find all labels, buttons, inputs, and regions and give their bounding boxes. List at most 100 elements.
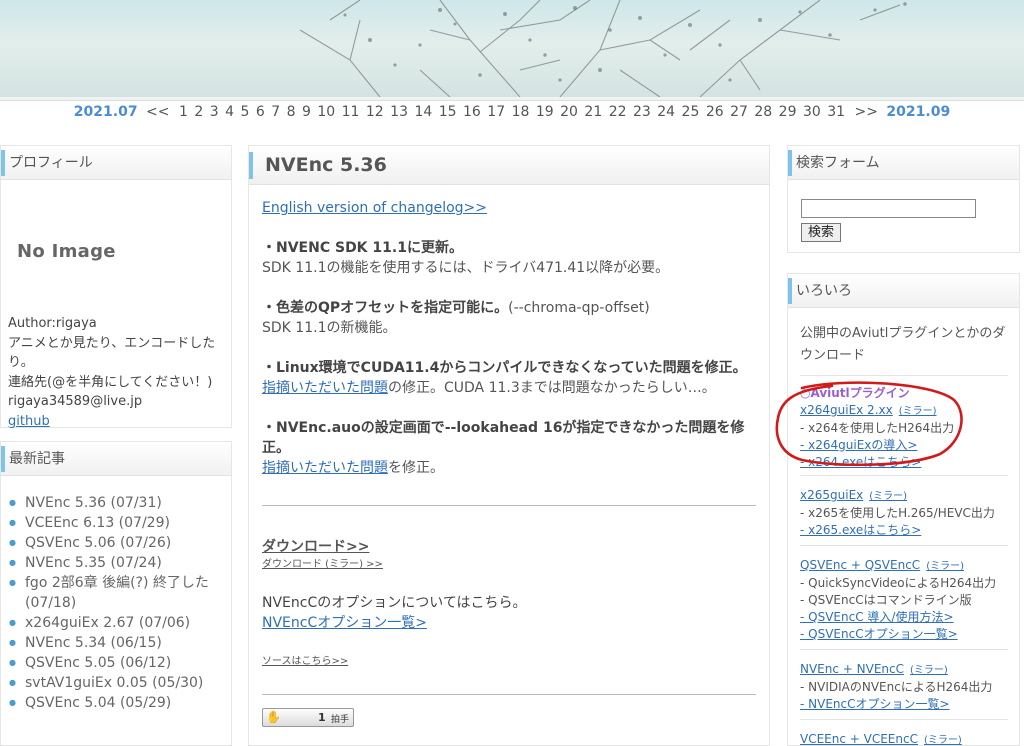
calendar-day-link[interactable]: 26 bbox=[706, 104, 724, 120]
calendar-day-link[interactable]: 21 bbox=[584, 104, 602, 120]
source-link[interactable]: ソースはこちら>> bbox=[262, 652, 348, 667]
clap-count: 1 bbox=[318, 711, 326, 724]
changelog-item-4-text: を修正。 bbox=[388, 460, 444, 476]
calendar-day-link[interactable]: 13 bbox=[390, 104, 408, 120]
calendar-day-link[interactable]: 19 bbox=[536, 104, 554, 120]
calendar-day-link[interactable]: 24 bbox=[657, 104, 675, 120]
divider bbox=[262, 694, 756, 695]
divider bbox=[800, 719, 1008, 720]
mirror-link[interactable]: (ミラー) bbox=[910, 665, 948, 676]
recent-post-item[interactable]: VCEEnc 6.13 (07/29) bbox=[9, 513, 224, 533]
divider bbox=[800, 649, 1008, 650]
calendar-day-link[interactable]: 14 bbox=[414, 104, 432, 120]
changelog-item-1-text: SDK 11.1の機能を使用するには、ドライバ471.41以降が必要。 bbox=[262, 260, 670, 276]
profile-text: Author:rigaya アニメとか見たり、エンコードしたり。 連絡先(@を半… bbox=[8, 314, 231, 431]
calendar-day-link[interactable]: 28 bbox=[754, 104, 772, 120]
changelog-item-2-text: SDK 11.1の新機能。 bbox=[262, 320, 397, 336]
divider bbox=[262, 505, 756, 506]
changelog-item-4: ・NVEnc.auoの設定画面で--lookahead 16が指定できなかった問… bbox=[262, 420, 745, 456]
next-arrow: >> bbox=[854, 104, 878, 120]
options-list-link[interactable]: NVEncCオプション一覧> bbox=[262, 615, 427, 631]
calendar-day-link[interactable]: 18 bbox=[512, 104, 530, 120]
calendar-day-link[interactable]: 20 bbox=[560, 104, 578, 120]
calendar-day-link[interactable]: 2 bbox=[194, 104, 203, 120]
calendar-day-link[interactable]: 4 bbox=[225, 104, 234, 120]
nvencc-options-link[interactable]: - NVEncCオプション一覧> bbox=[800, 697, 950, 711]
post-body: English version of changelog>> ・NVENC SD… bbox=[262, 198, 762, 478]
downloads-intro: 公開中のAviutlプラグインとかのダウンロード bbox=[800, 326, 1006, 363]
recent-post-item[interactable]: QSVEnc 5.05 (06/12) bbox=[9, 653, 224, 673]
calendar-day-link[interactable]: 8 bbox=[287, 104, 296, 120]
issue-link[interactable]: 指摘いただいた問題 bbox=[262, 380, 388, 396]
recent-post-item[interactable]: NVEnc 5.35 (07/24) bbox=[9, 553, 224, 573]
recent-post-item[interactable]: svtAV1guiEx 0.05 (05/30) bbox=[9, 673, 224, 693]
header-banner bbox=[0, 0, 1024, 97]
nvenc-link[interactable]: NVEnc + NVEncC bbox=[800, 662, 904, 676]
profile-line: アニメとか見たり、エンコードしたり。 bbox=[8, 335, 216, 371]
search-title: 検索フォーム bbox=[788, 146, 1019, 180]
calendar-day-link[interactable]: 7 bbox=[271, 104, 280, 120]
calendar-day-link[interactable]: 25 bbox=[682, 104, 700, 120]
search-input[interactable] bbox=[801, 199, 976, 218]
changelog-item-1: ・NVENC SDK 11.1に更新。 bbox=[262, 240, 463, 256]
calendar-day-link[interactable]: 30 bbox=[803, 104, 821, 120]
calendar-day-link[interactable]: 1 bbox=[179, 104, 188, 120]
calendar-day-link[interactable]: 11 bbox=[342, 104, 360, 120]
github-link[interactable]: github bbox=[8, 414, 50, 429]
recent-posts-panel: 最新記事 NVEnc 5.36 (07/31)VCEEnc 6.13 (07/2… bbox=[0, 441, 232, 746]
calendar-day-link[interactable]: 6 bbox=[256, 104, 265, 120]
red-annotation-circle bbox=[775, 381, 963, 467]
changelog-item-2: ・色差のQPオフセットを指定可能に。 bbox=[262, 300, 509, 316]
profile-line: 連絡先(@を半角にしてください！) bbox=[8, 374, 213, 390]
x265guiex-link[interactable]: x265guiEx bbox=[800, 488, 863, 502]
prev-month-link[interactable]: 2021.07 bbox=[74, 104, 138, 120]
calendar-day-link[interactable]: 5 bbox=[240, 104, 249, 120]
qsvencc-options-link[interactable]: - QSVEncCオプション一覧> bbox=[800, 627, 958, 641]
calendar-day-link[interactable]: 16 bbox=[463, 104, 481, 120]
calendar-day-link[interactable]: 3 bbox=[210, 104, 219, 120]
banner-tree-image bbox=[299, 0, 907, 97]
x265-exe-link[interactable]: - x265.exeはこちら> bbox=[800, 523, 921, 537]
profile-panel: プロフィール No Image Author:rigaya アニメとか見たり、エ… bbox=[0, 145, 232, 431]
calendar-day-link[interactable]: 10 bbox=[317, 104, 335, 120]
downloads-title: いろいろ bbox=[788, 274, 1019, 308]
recent-post-item[interactable]: fgo 2部6章 後編(?) 終了した (07/18) bbox=[9, 573, 224, 613]
issue-link[interactable]: 指摘いただいた問題 bbox=[262, 460, 388, 476]
recent-post-item[interactable]: NVEnc 5.36 (07/31) bbox=[9, 493, 224, 513]
qsv-desc-1: - QuickSyncVideoによるH264出力 bbox=[800, 576, 997, 590]
calendar-day-link[interactable]: 22 bbox=[609, 104, 627, 120]
recent-post-item[interactable]: NVEnc 5.34 (06/15) bbox=[9, 633, 224, 653]
clap-button[interactable]: ✋ 1 拍手 bbox=[262, 708, 354, 727]
calendar-day-link[interactable]: 9 bbox=[302, 104, 311, 120]
calendar-day-link[interactable]: 29 bbox=[779, 104, 797, 120]
qsvencc-install-link[interactable]: - QSVEncC 導入/使用方法> bbox=[800, 610, 954, 624]
recent-post-item[interactable]: x264guiEx 2.67 (07/06) bbox=[9, 613, 224, 633]
next-month-link[interactable]: 2021.09 bbox=[886, 104, 950, 120]
mirror-link[interactable]: (ミラー) bbox=[924, 735, 962, 746]
calendar-day-link[interactable]: 17 bbox=[487, 104, 505, 120]
nvenc-group: NVEnc + NVEncC (ミラー) - NVIDIAのNVEncによるH26… bbox=[800, 661, 992, 713]
mirror-link[interactable]: (ミラー) bbox=[869, 491, 907, 502]
qsvenc-link[interactable]: QSVEnc + QSVEncC bbox=[800, 558, 920, 572]
recent-post-item[interactable]: QSVEnc 5.06 (07/26) bbox=[9, 533, 224, 553]
calendar-day-link[interactable]: 23 bbox=[633, 104, 651, 120]
qsv-desc-2: - QSVEncCはコマンドライン版 bbox=[800, 593, 972, 607]
calendar-day-link[interactable]: 15 bbox=[439, 104, 457, 120]
vceenc-link[interactable]: VCEEnc + VCEEncC bbox=[800, 732, 918, 746]
options-text: NVEncCのオプションについてはこちら。 bbox=[262, 595, 527, 611]
download-link[interactable]: ダウンロード>> bbox=[262, 536, 369, 556]
nvenc-desc: - NVIDIAのNVEncによるH264出力 bbox=[800, 680, 993, 694]
calendar-day-link[interactable]: 27 bbox=[730, 104, 748, 120]
x265-desc: - x265を使用したH.265/HEVC出力 bbox=[800, 506, 995, 520]
mirror-link[interactable]: (ミラー) bbox=[926, 561, 964, 572]
download-mirror-link[interactable]: ダウンロード (ミラー) >> bbox=[262, 555, 383, 570]
options-section: NVEncCのオプションについてはこちら。 NVEncCオプション一覧> bbox=[262, 593, 527, 633]
calendar-day-link[interactable]: 12 bbox=[366, 104, 384, 120]
main-post: NVEnc 5.36 English version of changelog>… bbox=[248, 145, 770, 746]
divider bbox=[800, 375, 1008, 376]
recent-posts-list: NVEnc 5.36 (07/31)VCEEnc 6.13 (07/29)QSV… bbox=[9, 493, 224, 713]
english-changelog-link[interactable]: English version of changelog>> bbox=[262, 200, 487, 216]
calendar-day-link[interactable]: 31 bbox=[827, 104, 845, 120]
recent-post-item[interactable]: QSVEnc 5.04 (05/29) bbox=[9, 693, 224, 713]
search-button[interactable]: 検索 bbox=[801, 223, 842, 242]
